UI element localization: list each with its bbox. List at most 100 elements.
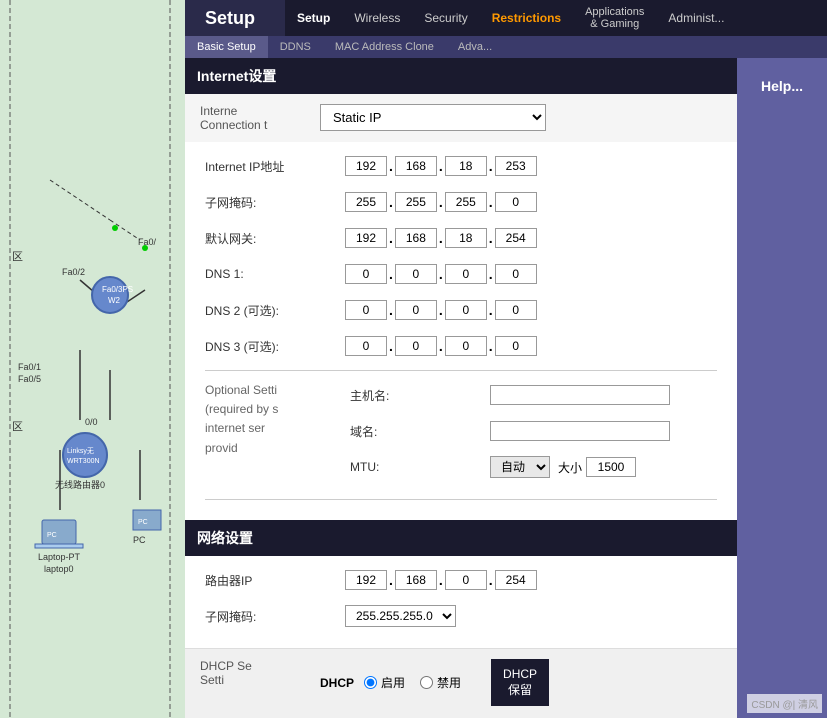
nav-item-apps-gaming[interactable]: Applications& Gaming bbox=[573, 0, 656, 36]
dhcp-section-wrapper: DHCP Se Setti DHCP 启用 bbox=[185, 648, 737, 718]
router-ip-octet1[interactable] bbox=[345, 570, 387, 590]
help-panel: Help... bbox=[737, 58, 827, 718]
dhcp-save-button[interactable]: DHCP保留 bbox=[491, 659, 549, 706]
internet-section-header: Internet设置 bbox=[185, 58, 737, 94]
gateway-octet2[interactable] bbox=[395, 228, 437, 248]
hostname-row: 主机名: bbox=[350, 381, 717, 409]
dns1-octet2[interactable] bbox=[395, 264, 437, 284]
sub-nav-advanced[interactable]: Adva... bbox=[446, 36, 504, 58]
dns1-octet4[interactable] bbox=[495, 264, 537, 284]
subnet-mask-label: 子网掩码: bbox=[205, 194, 345, 211]
subnet-octet3[interactable] bbox=[445, 192, 487, 212]
connection-type-selector: Static IP Automatic Configuration - DHCP… bbox=[305, 94, 561, 142]
dns2-octet3[interactable] bbox=[445, 300, 487, 320]
internet-conn-area: Interne Connection t Static IP Automatic… bbox=[185, 94, 737, 142]
sub-nav-basic-setup[interactable]: Basic Setup bbox=[185, 36, 268, 58]
dns3-inputs: . . . bbox=[345, 336, 537, 356]
dns1-octet3[interactable] bbox=[445, 264, 487, 284]
network-subnet-label: 子网掩码: bbox=[205, 608, 345, 625]
mtu-dropdown[interactable]: 自动 手动 bbox=[490, 456, 550, 478]
dns3-octet4[interactable] bbox=[495, 336, 537, 356]
dns2-octet2[interactable] bbox=[395, 300, 437, 320]
default-gateway-label: 默认网关: bbox=[205, 230, 345, 247]
internet-ip-octet3[interactable] bbox=[445, 156, 487, 176]
svg-text:0/0: 0/0 bbox=[85, 417, 98, 427]
dhcp-disable-radio[interactable] bbox=[420, 676, 433, 689]
router-ip-octet4[interactable] bbox=[495, 570, 537, 590]
svg-text:区: 区 bbox=[12, 421, 23, 433]
network-section-header: 网络设置 bbox=[185, 520, 737, 556]
subnet-octet1[interactable] bbox=[345, 192, 387, 212]
dns1-row: DNS 1: . . . bbox=[205, 260, 717, 288]
nav-item-security[interactable]: Security bbox=[412, 0, 479, 36]
dns1-octet1[interactable] bbox=[345, 264, 387, 284]
router-ip-row: 路由器IP . . . bbox=[205, 566, 717, 594]
sub-nav: Basic Setup DDNS MAC Address Clone Adva.… bbox=[185, 36, 827, 58]
svg-text:Fa0/1: Fa0/1 bbox=[18, 362, 41, 372]
mtu-size-input[interactable] bbox=[586, 457, 636, 477]
connection-type-dropdown[interactable]: Static IP Automatic Configuration - DHCP… bbox=[320, 104, 546, 131]
nav-item-setup[interactable]: Setup bbox=[285, 0, 342, 36]
mtu-label: MTU: bbox=[350, 460, 490, 474]
domain-input[interactable] bbox=[490, 421, 670, 441]
default-gateway-row: 默认网关: . . . bbox=[205, 224, 717, 252]
dns1-label: DNS 1: bbox=[205, 267, 345, 281]
dns3-row: DNS 3 (可选): . . . bbox=[205, 332, 717, 360]
nav-item-administration[interactable]: Administ... bbox=[656, 0, 736, 36]
svg-text:PC: PC bbox=[138, 519, 148, 526]
subnet-octet4[interactable] bbox=[495, 192, 537, 212]
optional-settings-area: Optional Setti (required by s internet s… bbox=[205, 381, 717, 489]
hostname-label: 主机名: bbox=[350, 387, 490, 404]
nav-bar: Setup Setup Wireless Security Restrictio… bbox=[185, 0, 827, 36]
gateway-octet4[interactable] bbox=[495, 228, 537, 248]
dns3-octet1[interactable] bbox=[345, 336, 387, 356]
dhcp-controls: DHCP 启用 禁用 DHC bbox=[305, 649, 737, 718]
dhcp-radio-group: 启用 禁用 bbox=[364, 674, 461, 691]
gateway-octet1[interactable] bbox=[345, 228, 387, 248]
gateway-inputs: . . . bbox=[345, 228, 537, 248]
subnet-mask-row: 子网掩码: . . . bbox=[205, 188, 717, 216]
router-ip-octet2[interactable] bbox=[395, 570, 437, 590]
svg-text:PC: PC bbox=[133, 535, 146, 545]
dhcp-disable-label[interactable]: 禁用 bbox=[420, 674, 461, 691]
internet-ip-inputs: . . . bbox=[345, 156, 537, 176]
ip-form-section: Internet IP地址 . . . 子网掩码: bbox=[185, 142, 737, 520]
svg-text:Fa0/3PS: Fa0/3PS bbox=[102, 285, 133, 294]
network-diagram-panel: 区 区 Fa0/ Fa0/2 bbox=[0, 0, 185, 718]
dns2-octet4[interactable] bbox=[495, 300, 537, 320]
internet-ip-row: Internet IP地址 . . . bbox=[205, 152, 717, 180]
router-ip-octet3[interactable] bbox=[445, 570, 487, 590]
internet-ip-octet2[interactable] bbox=[395, 156, 437, 176]
dns2-octet1[interactable] bbox=[345, 300, 387, 320]
hostname-input[interactable] bbox=[490, 385, 670, 405]
dhcp-label: DHCP bbox=[320, 676, 354, 690]
internet-ip-octet1[interactable] bbox=[345, 156, 387, 176]
subnet-mask-inputs: . . . bbox=[345, 192, 537, 212]
mtu-size-label: 大小 bbox=[558, 459, 582, 476]
gateway-octet3[interactable] bbox=[445, 228, 487, 248]
dhcp-toggle-row: DHCP 启用 禁用 DHC bbox=[320, 659, 722, 706]
router-ip-inputs: . . . bbox=[345, 570, 537, 590]
svg-text:Fa0/: Fa0/ bbox=[138, 237, 157, 247]
dhcp-enable-radio[interactable] bbox=[364, 676, 377, 689]
subnet-octet2[interactable] bbox=[395, 192, 437, 212]
dns3-octet3[interactable] bbox=[445, 336, 487, 356]
app-title: Setup bbox=[185, 0, 285, 36]
network-section-form: 路由器IP . . . 子网掩码: bbox=[185, 556, 737, 648]
dhcp-info-labels: DHCP Se Setti bbox=[185, 649, 305, 718]
network-diagram: 区 区 Fa0/ Fa0/2 bbox=[0, 0, 185, 718]
network-subnet-row: 子网掩码: 255.255.255.0 255.255.0.0 255.0.0.… bbox=[205, 602, 717, 630]
network-subnet-dropdown[interactable]: 255.255.255.0 255.255.0.0 255.0.0.0 bbox=[345, 605, 456, 627]
dns3-octet2[interactable] bbox=[395, 336, 437, 356]
dhcp-enable-label[interactable]: 启用 bbox=[364, 674, 405, 691]
config-panel: Internet设置 Interne Connection t Static I… bbox=[185, 58, 737, 718]
internet-ip-octet4[interactable] bbox=[495, 156, 537, 176]
sub-nav-mac-clone[interactable]: MAC Address Clone bbox=[323, 36, 446, 58]
divider2 bbox=[205, 499, 717, 500]
router-ip-label: 路由器IP bbox=[205, 572, 345, 589]
nav-item-wireless[interactable]: Wireless bbox=[342, 0, 412, 36]
internet-ip-label: Internet IP地址 bbox=[205, 158, 345, 175]
sub-nav-ddns[interactable]: DDNS bbox=[268, 36, 323, 58]
svg-text:Linksy无: Linksy无 bbox=[67, 447, 94, 455]
nav-item-restrictions[interactable]: Restrictions bbox=[480, 0, 573, 36]
